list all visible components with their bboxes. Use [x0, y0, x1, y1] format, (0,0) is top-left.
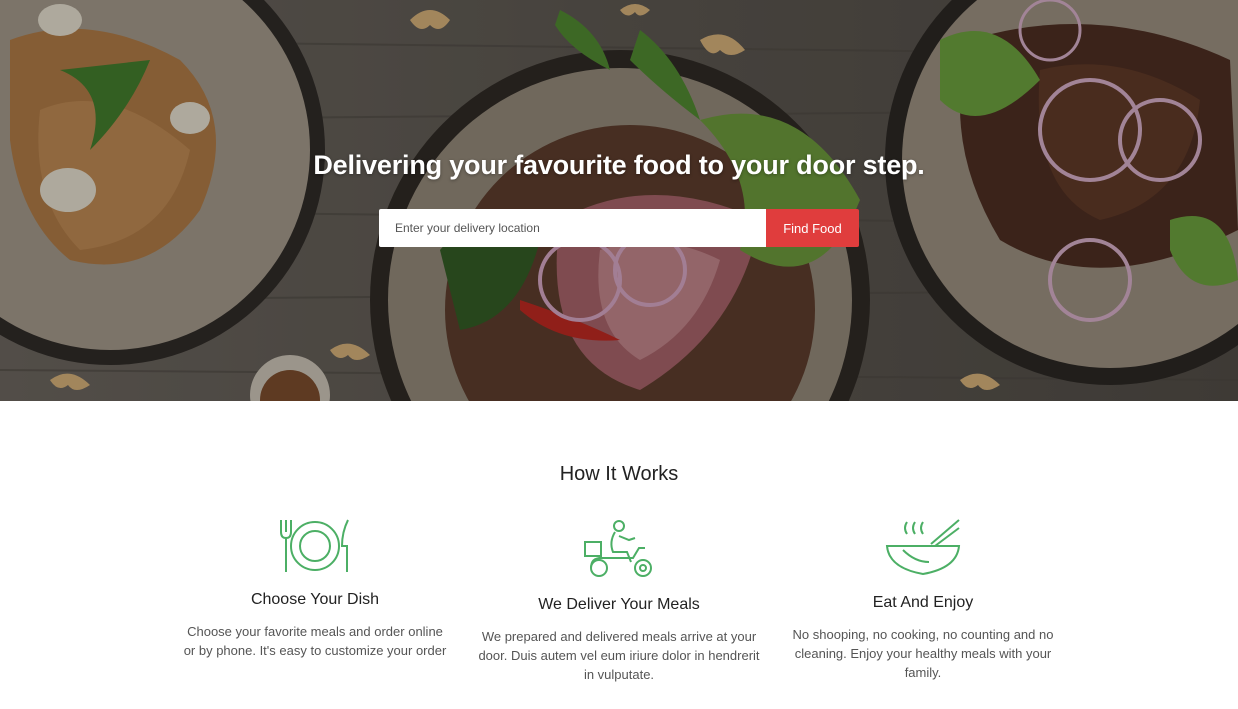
step-deliver-meals: We Deliver Your Meals We prepared and de… [474, 518, 764, 684]
hero-banner: Delivering your favourite food to your d… [0, 0, 1238, 401]
delivery-scooter-icon [474, 518, 764, 580]
step-title: Choose Your Dish [250, 591, 380, 608]
bowl-chopsticks-icon [784, 518, 1062, 578]
step-description: No shooping, no cooking, no counting and… [792, 627, 1054, 680]
how-it-works-title: How It Works [559, 463, 679, 485]
step-choose-dish: Choose Your Dish Choose your favorite me… [180, 518, 450, 660]
step-description: We prepared and delivered meals arrive a… [478, 629, 760, 682]
step-eat-enjoy: Eat And Enjoy No shooping, no cooking, n… [784, 518, 1062, 682]
location-search-form: Find Food [379, 209, 859, 247]
step-title: We Deliver Your Meals [538, 596, 700, 613]
step-description: Choose your favorite meals and order onl… [183, 624, 447, 658]
find-food-button[interactable]: Find Food [766, 209, 859, 247]
hero-title: Delivering your favourite food to your d… [313, 150, 925, 180]
step-title: Eat And Enjoy [872, 594, 974, 611]
plate-cutlery-icon [180, 518, 450, 574]
hero-overlay [0, 0, 1238, 401]
delivery-location-input[interactable] [379, 209, 766, 247]
